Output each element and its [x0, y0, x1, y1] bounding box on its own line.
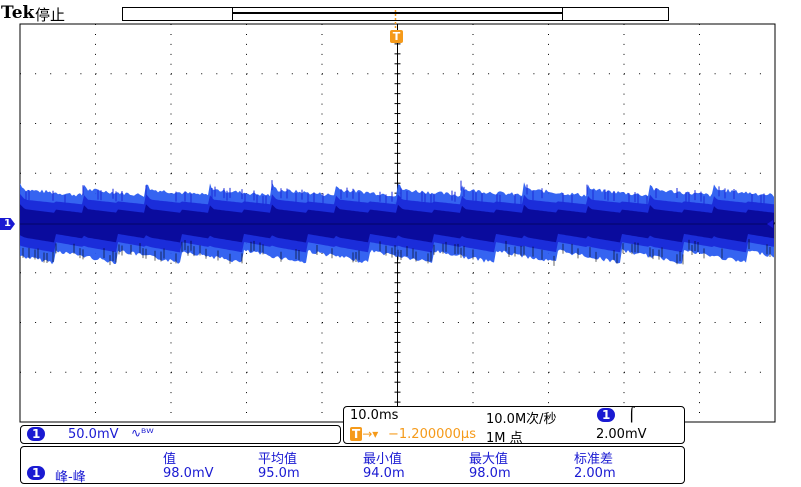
- channel-badge: 1: [27, 427, 46, 442]
- trigger-delay-icon: T →▾: [350, 427, 379, 441]
- meas-label: 峰-峰: [55, 470, 86, 485]
- meas-max: 98.0m: [469, 466, 511, 481]
- trigger-position-marker[interactable]: T: [390, 30, 403, 43]
- channel-marker-label: 1: [4, 218, 11, 229]
- time-per-div: 10.0ms: [350, 408, 399, 423]
- meas-header-value: 值: [163, 452, 177, 467]
- meas-min: 94.0m: [363, 466, 405, 481]
- sample-rate: 10.0M次/秒: [486, 412, 557, 427]
- trigger-channel-badge: 1: [597, 408, 616, 423]
- bandwidth-limit-icon: ∿ᴮᵂ: [131, 426, 154, 440]
- oscilloscope-screen: Tek 停止 T 1 1 50.0mV ∿ᴮᵂ 10.0ms 10.0M次/秒 …: [0, 0, 801, 487]
- meas-value: 98.0mV: [163, 466, 214, 481]
- rising-edge-icon: ⌠: [628, 407, 636, 423]
- meas-header-min: 最小值: [363, 452, 403, 467]
- trigger-marker-label: T: [392, 30, 401, 43]
- meas-std: 2.00m: [574, 466, 616, 481]
- meas-mean: 95.0m: [258, 466, 300, 481]
- record-length: 1M 点: [486, 431, 523, 446]
- channel-scale: 50.0mV: [68, 427, 119, 442]
- trigger-level: 2.00mV: [596, 427, 647, 442]
- meas-header-max: 最大值: [469, 452, 509, 467]
- trigger-delay: −1.200000µs: [388, 427, 476, 442]
- meas-channel-badge: 1: [27, 466, 46, 481]
- meas-header-mean: 平均值: [258, 452, 298, 467]
- meas-header-std: 标准差: [574, 452, 614, 467]
